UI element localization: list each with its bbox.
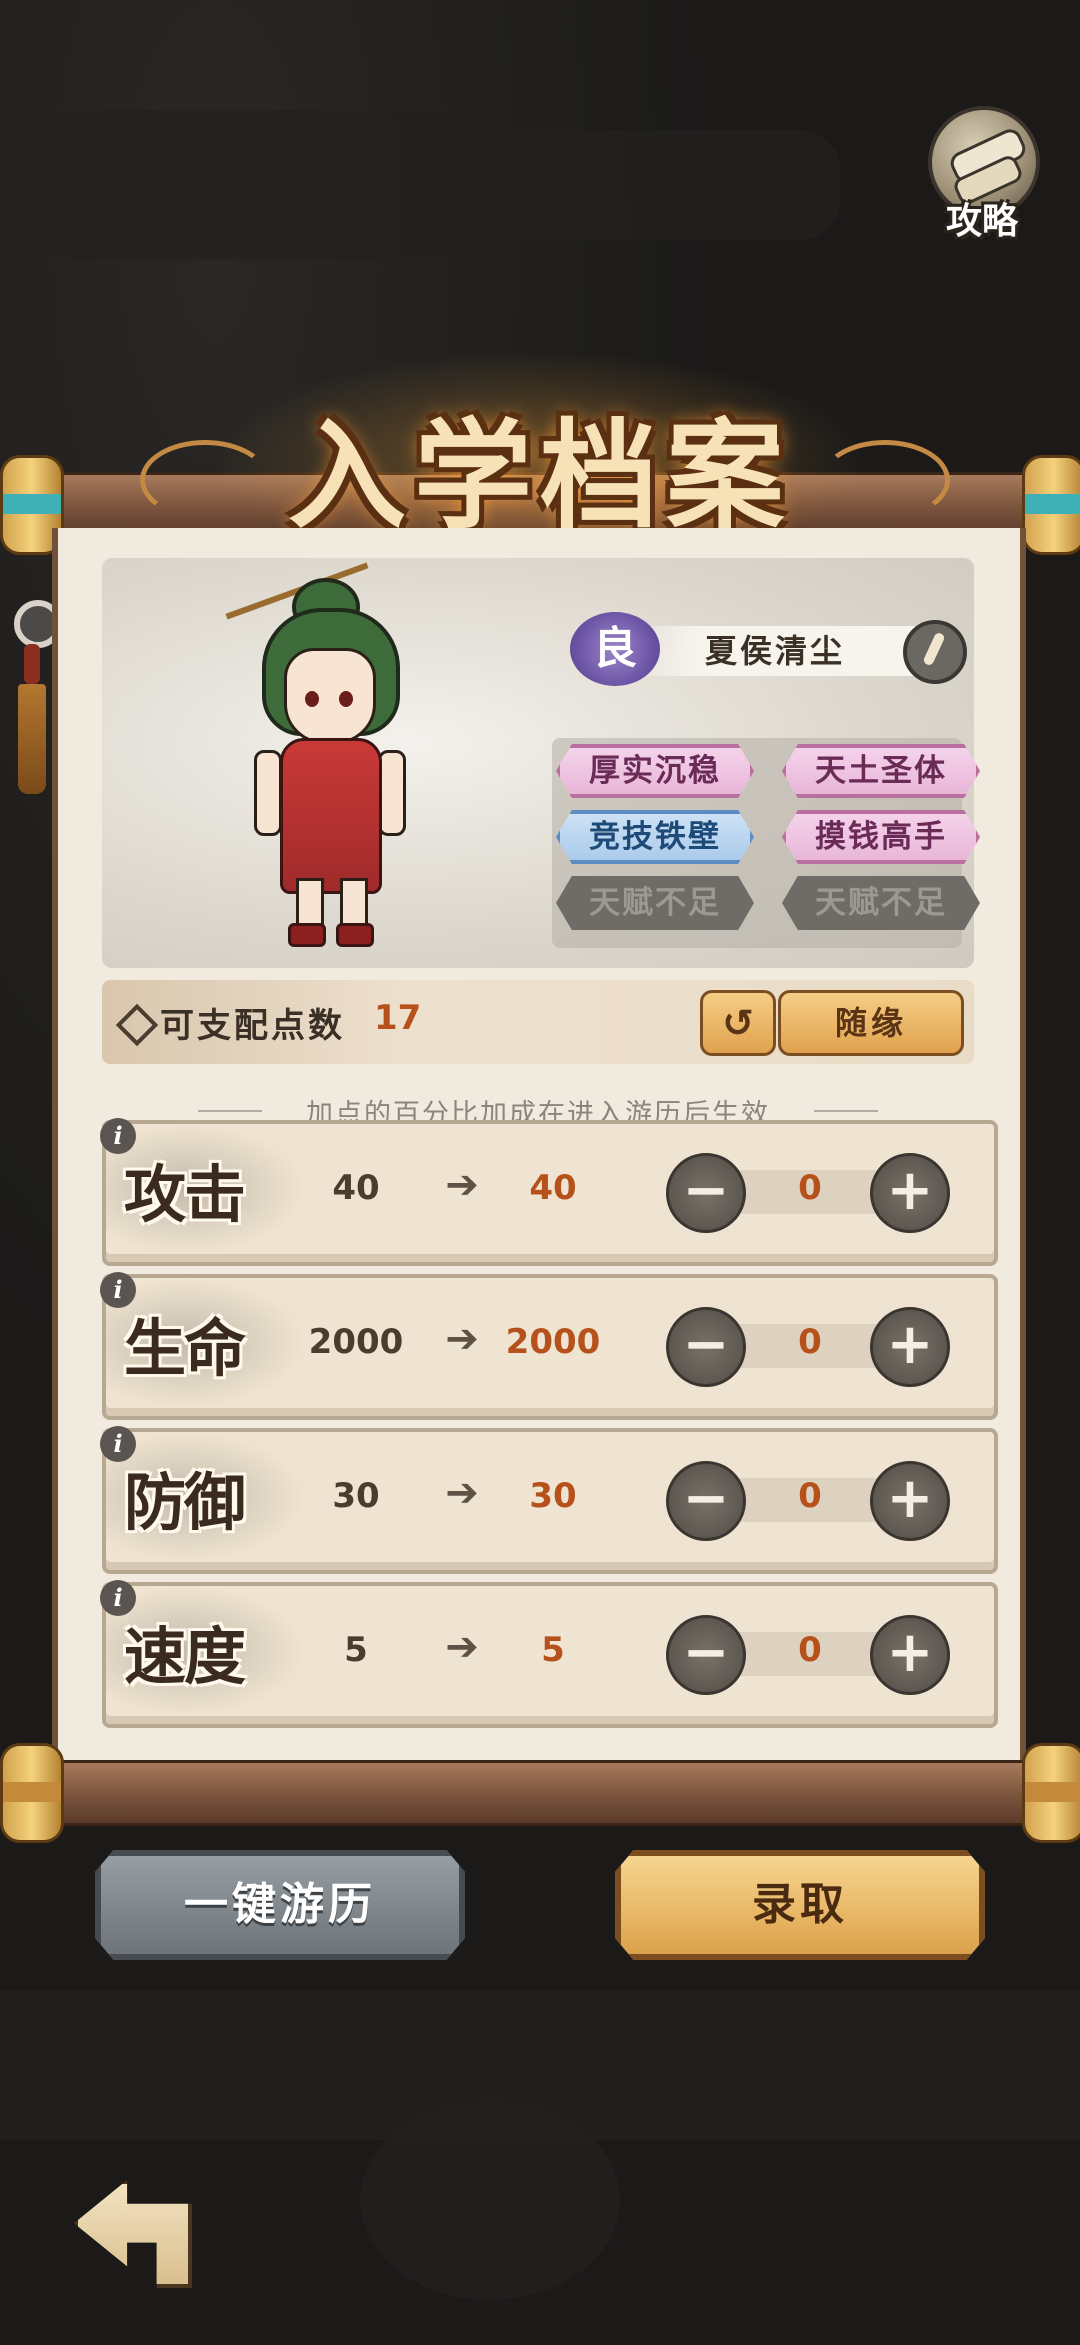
stat-row-attack: i 攻击 40 ➔ 40 0 − + <box>100 1118 998 1266</box>
stat-new-value: 30 <box>529 1476 577 1516</box>
trait-panel: 厚实沉稳 天土圣体 竞技铁壁 摸钱高手 天赋不足 天赋不足 <box>552 738 980 948</box>
background-shape <box>40 110 460 260</box>
arrow-right-icon: ➔ <box>445 1624 479 1670</box>
plus-button[interactable]: + <box>870 1615 950 1695</box>
stat-new-value: 2000 <box>505 1322 601 1362</box>
stat-row-defense: i 防御 30 ➔ 30 0 − + <box>100 1426 998 1574</box>
scroll-rod-cap <box>0 1743 64 1843</box>
stat-name: 速度 <box>124 1620 246 1693</box>
stat-row-speed: i 速度 5 ➔ 5 0 − + <box>100 1580 998 1728</box>
minus-button[interactable]: − <box>666 1307 746 1387</box>
guide-label: 攻略 <box>945 201 1018 242</box>
minus-button[interactable]: − <box>666 1153 746 1233</box>
plus-button[interactable]: + <box>870 1461 950 1541</box>
points-row: 可支配点数 17 ↺ 随缘 <box>102 980 974 1064</box>
trait-tag-empty[interactable]: 天赋不足 <box>782 876 980 930</box>
character-card: 夏侯清尘 良 厚实沉稳 天土圣体 竞技铁壁 摸钱高手 天赋不足 天赋不足 <box>102 558 980 968</box>
page-title: 入学档案 <box>287 406 792 545</box>
stat-base-value: 5 <box>344 1630 368 1670</box>
scroll-rod-cap <box>1022 1743 1080 1843</box>
enrollment-panel: 夏侯清尘 良 厚实沉稳 天土圣体 竞技铁壁 摸钱高手 天赋不足 天赋不足 可支配… <box>52 528 1026 1763</box>
background-shape <box>480 130 840 240</box>
stat-name: 攻击 <box>124 1158 246 1231</box>
stat-added-points: 0 <box>798 1476 822 1516</box>
trait-tag[interactable]: 摸钱高手 <box>782 810 980 864</box>
stat-new-value: 5 <box>541 1630 565 1670</box>
student-name: 夏侯清尘 <box>620 626 930 676</box>
back-button[interactable] <box>64 2170 194 2290</box>
brush-icon <box>922 631 946 667</box>
points-value: 17 <box>374 998 422 1038</box>
plus-button[interactable]: + <box>870 1307 950 1387</box>
diamond-icon <box>115 1003 159 1047</box>
tassel-ornament <box>14 600 62 800</box>
title-banner: 入学档案 <box>140 350 950 570</box>
back-arrow-icon <box>74 2180 192 2288</box>
stat-added-points: 0 <box>798 1168 822 1208</box>
admit-button[interactable]: 录取 <box>615 1850 985 1960</box>
stat-row-hp: i 生命 2000 ➔ 2000 0 − + <box>100 1272 998 1420</box>
stat-base-value: 40 <box>332 1168 380 1208</box>
undo-icon: ↺ <box>722 1001 754 1045</box>
minus-button[interactable]: − <box>666 1461 746 1541</box>
name-bar: 夏侯清尘 良 <box>570 612 967 686</box>
trait-tag[interactable]: 天土圣体 <box>782 744 980 798</box>
points-label: 可支配点数 <box>160 1006 345 1046</box>
scroll-rod-cap <box>1022 455 1080 555</box>
random-allocate-button[interactable]: 随缘 <box>778 990 964 1056</box>
stat-name: 生命 <box>124 1312 246 1385</box>
stat-added-points: 0 <box>798 1630 822 1670</box>
stat-new-value: 40 <box>529 1168 577 1208</box>
stat-added-points: 0 <box>798 1322 822 1362</box>
trait-tag[interactable]: 厚实沉稳 <box>556 744 754 798</box>
character-portrait <box>225 562 432 948</box>
arrow-right-icon: ➔ <box>445 1316 479 1362</box>
background-shape <box>360 2100 620 2300</box>
reset-points-button[interactable]: ↺ <box>700 990 776 1056</box>
arrow-right-icon: ➔ <box>445 1162 479 1208</box>
stat-base-value: 30 <box>332 1476 380 1516</box>
rename-button[interactable] <box>903 620 967 684</box>
arrow-right-icon: ➔ <box>445 1470 479 1516</box>
auto-travel-button[interactable]: 一键游历 <box>95 1850 465 1960</box>
scroll-bottom-rod <box>30 1760 1056 1826</box>
rank-badge: 良 <box>570 612 660 686</box>
guide-button[interactable]: 攻略 <box>922 100 1042 242</box>
minus-button[interactable]: − <box>666 1615 746 1695</box>
plus-button[interactable]: + <box>870 1153 950 1233</box>
stat-name: 防御 <box>124 1466 246 1539</box>
stat-base-value: 2000 <box>308 1322 404 1362</box>
trait-tag-empty[interactable]: 天赋不足 <box>556 876 754 930</box>
trait-tag[interactable]: 竞技铁壁 <box>556 810 754 864</box>
